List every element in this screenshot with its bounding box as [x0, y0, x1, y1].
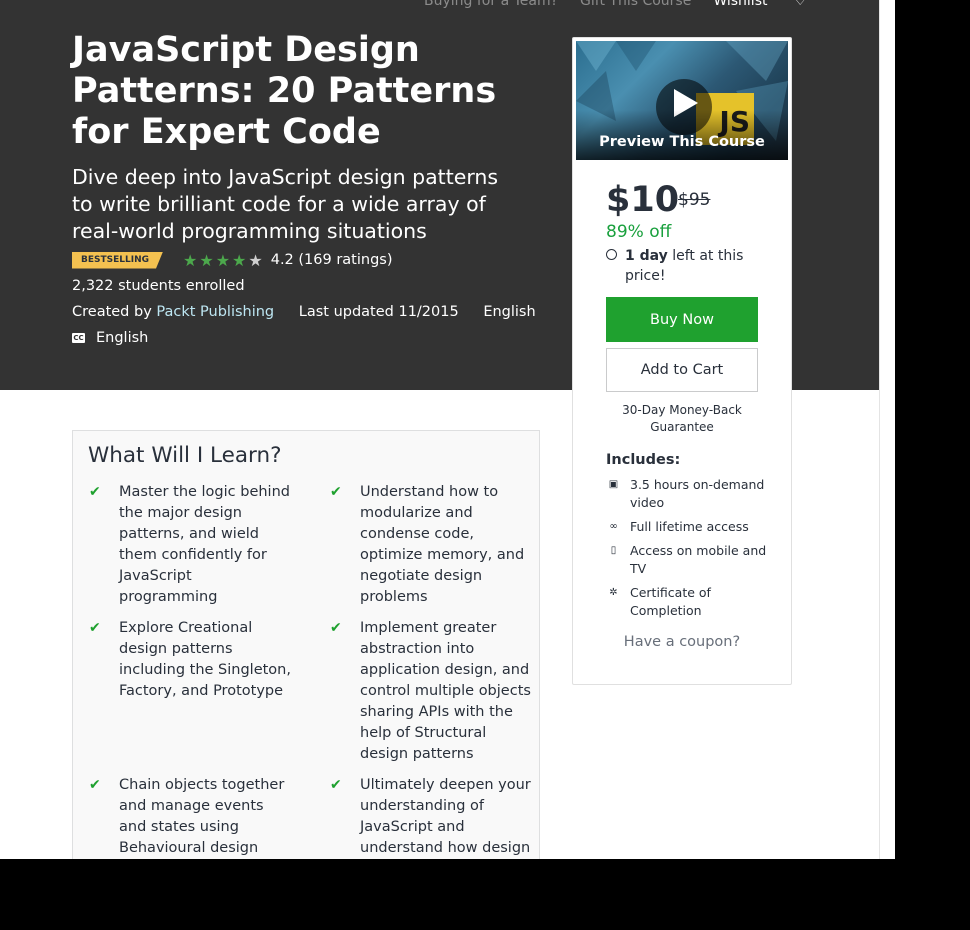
star-empty-icon: ★ — [248, 250, 263, 270]
closed-captions-icon: CC — [72, 333, 85, 343]
includes-item: ✲ Certificate of Completion — [606, 584, 776, 620]
check-icon: ✔ — [89, 484, 101, 500]
price-timer: 1 day left at this price! — [606, 246, 756, 286]
preview-label: Preview This Course — [599, 134, 765, 150]
learn-item: ✔ Ultimately deepen your understanding of… — [330, 775, 535, 859]
timer-bold: 1 day — [625, 248, 668, 264]
captions-language: English — [96, 330, 149, 346]
star-icon: ★ — [232, 250, 247, 270]
buy-now-button[interactable]: Buy Now — [606, 297, 758, 342]
top-links: Buying for a Team? Gift This Course Wishli… — [424, 0, 851, 9]
course-preview-video[interactable]: JS Preview This Course — [576, 41, 788, 160]
buying-for-team-link[interactable]: Buying for a Team? — [424, 0, 558, 9]
learn-item: ✔ Chain objects together and manage event… — [89, 775, 294, 859]
timer-text: 1 day left at this price! — [606, 246, 756, 286]
rating-row: BESTSELLING ★ ★ ★ ★ ★ 4.2 (169 ratings) — [72, 250, 393, 270]
discount-text: 89% off — [606, 222, 672, 242]
mobile-icon: ▯ — [610, 545, 617, 556]
includes-item-text: 3.5 hours on-demand video — [630, 477, 765, 510]
heart-icon: ♡ — [793, 0, 807, 9]
add-to-cart-button[interactable]: Add to Cart — [606, 348, 758, 392]
infinity-icon: ∞ — [609, 521, 618, 532]
last-updated: Last updated 11/2015 — [298, 304, 459, 320]
learn-item: ✔ Implement greater abstraction into appl… — [330, 618, 535, 765]
timer-icon — [606, 249, 617, 260]
bestselling-badge: BESTSELLING — [72, 252, 163, 269]
video-icon: ▣ — [608, 479, 619, 490]
course-language: English — [483, 304, 536, 320]
star-icon: ★ — [215, 250, 231, 270]
course-page: Buying for a Team? Gift This Course Wishli… — [0, 0, 894, 859]
learn-item: ✔ Explore Creational design patterns incl… — [89, 618, 294, 702]
course-title: JavaScript Design Patterns: 20 Patterns … — [72, 30, 497, 152]
wishlist-link[interactable]: Wishlist ♡ — [713, 0, 828, 9]
includes-item: ▯ Access on mobile and TV — [606, 542, 776, 578]
includes-item: ∞ Full lifetime access — [606, 518, 776, 536]
learn-item-text: Ultimately deepen your understanding of … — [360, 777, 531, 856]
check-icon: ✔ — [330, 777, 342, 793]
author-link[interactable]: Packt Publishing — [156, 304, 274, 320]
learn-item-text: Understand how to modularize and condens… — [360, 484, 525, 605]
star-icon: ★ — [183, 250, 198, 270]
star-icon: ★ — [199, 250, 214, 270]
rating-text: 4.2 (169 ratings) — [270, 252, 393, 268]
includes-item-text: Certificate of Completion — [630, 585, 711, 618]
enrolled-count: 2,322 students enrolled — [72, 278, 245, 294]
original-price: $95 — [678, 190, 711, 210]
created-by-label: Created by — [72, 304, 152, 320]
includes-item-text: Access on mobile and TV — [630, 543, 767, 576]
check-icon: ✔ — [89, 620, 101, 636]
purchase-sidebar: JS Preview This Course $10 $95 89% off 1… — [572, 37, 792, 685]
learn-item-text: Chain objects together and manage events… — [119, 777, 285, 856]
learn-item-text: Master the logic behind the major design… — [119, 484, 290, 605]
learn-item-text: Implement greater abstraction into appli… — [360, 620, 531, 762]
captions-row: CC English — [72, 330, 148, 346]
check-icon: ✔ — [89, 777, 101, 793]
current-price: $10 — [606, 180, 680, 220]
course-meta: Created by Packt Publishing Last updated… — [72, 304, 536, 320]
coupon-link[interactable]: Have a coupon? — [606, 634, 758, 650]
includes-item: ▣ 3.5 hours on-demand video — [606, 476, 776, 512]
learn-item: ✔ Master the logic behind the major desig… — [89, 482, 294, 608]
wishlist-label: Wishlist — [713, 0, 768, 9]
certificate-icon: ✲ — [609, 587, 618, 598]
course-subtitle: Dive deep into JavaScript design pattern… — [72, 165, 499, 243]
page-right-margin — [879, 0, 895, 859]
money-back-guarantee: 30-Day Money-Back Guarantee — [622, 403, 742, 434]
learn-item-text: Explore Creational design patterns inclu… — [119, 620, 291, 699]
includes-item-text: Full lifetime access — [630, 519, 749, 534]
learn-item: ✔ Understand how to modularize and conden… — [330, 482, 535, 608]
check-icon: ✔ — [330, 484, 342, 500]
learn-title: What Will I Learn? — [88, 443, 282, 468]
what-will-i-learn-box: What Will I Learn? ✔ Master the logic beh… — [72, 430, 540, 859]
gift-course-link[interactable]: Gift This Course — [580, 0, 691, 9]
includes-title: Includes: — [606, 452, 681, 468]
includes-list: ▣ 3.5 hours on-demand video ∞ Full lifetim… — [606, 476, 776, 626]
check-icon: ✔ — [330, 620, 342, 636]
